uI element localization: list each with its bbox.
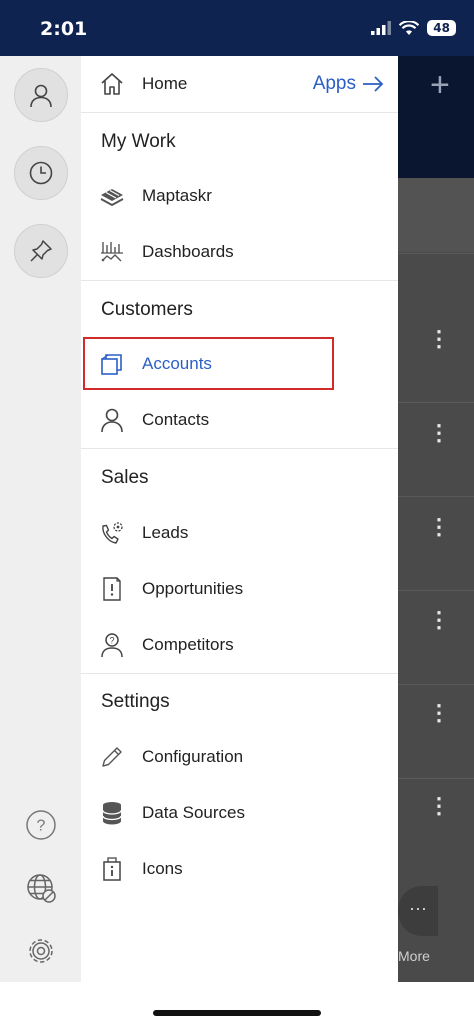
- clock-icon: [28, 160, 54, 186]
- more-button: ···: [398, 886, 438, 936]
- offline-button[interactable]: [24, 871, 58, 905]
- status-icons: 48: [371, 20, 456, 36]
- help-icon: ?: [25, 809, 57, 841]
- more-options-icon: ⋮: [428, 793, 450, 818]
- home-indicator[interactable]: [153, 1010, 321, 1016]
- apps-link-label: Apps: [312, 73, 356, 94]
- globe-offline-icon: [25, 872, 57, 904]
- contact-icon: [98, 406, 126, 434]
- divider: [398, 402, 474, 403]
- pin-icon: [28, 238, 54, 264]
- more-options-icon: ⋮: [428, 700, 450, 725]
- left-rail: ?: [0, 56, 81, 982]
- nav-item-contacts[interactable]: Contacts: [81, 392, 398, 448]
- divider: [398, 590, 474, 591]
- more-options-icon: ⋮: [428, 514, 450, 539]
- divider: [81, 448, 398, 449]
- battery-indicator: 48: [427, 20, 456, 36]
- more-options-icon: ⋮: [428, 420, 450, 445]
- section-header-sales: Sales: [101, 467, 149, 488]
- pinned-button[interactable]: [14, 224, 68, 278]
- divider: [398, 778, 474, 779]
- profile-button[interactable]: [14, 68, 68, 122]
- nav-item-label: Competitors: [142, 635, 234, 654]
- nav-item-icons[interactable]: Icons: [81, 841, 398, 897]
- nav-item-label: Leads: [142, 523, 189, 542]
- nav-item-label: Data Sources: [142, 803, 245, 822]
- database-icon: [98, 799, 126, 827]
- svg-text:?: ?: [109, 636, 114, 646]
- more-options-icon: ⋮: [428, 326, 450, 351]
- wifi-icon: [399, 20, 420, 36]
- recent-button[interactable]: [14, 146, 68, 200]
- divider: [81, 280, 398, 281]
- more-label: More: [398, 948, 430, 964]
- background-band: [398, 178, 474, 252]
- map-layers-icon: [98, 182, 126, 210]
- nav-item-leads[interactable]: Leads: [81, 505, 398, 561]
- nav-item-label: Configuration: [142, 747, 244, 766]
- icon-info-icon: [98, 855, 126, 883]
- divider: [81, 112, 398, 113]
- more-options-icon: ⋮: [428, 607, 450, 632]
- opportunity-icon: [98, 575, 126, 603]
- nav-item-label: Opportunities: [142, 579, 244, 598]
- section-header-customers: Customers: [101, 299, 193, 320]
- help-button[interactable]: ?: [24, 808, 58, 842]
- divider: [398, 684, 474, 685]
- divider: [398, 496, 474, 497]
- nav-item-competitors[interactable]: ? Competitors: [81, 617, 398, 673]
- nav-item-label: Dashboards: [142, 242, 234, 261]
- section-header-settings: Settings: [101, 691, 170, 712]
- nav-item-configuration[interactable]: Configuration: [81, 729, 398, 785]
- accounts-icon: [98, 350, 126, 378]
- gear-icon: [25, 935, 57, 967]
- nav-item-opportunities[interactable]: Opportunities: [81, 561, 398, 617]
- competitor-icon: ?: [98, 631, 126, 659]
- background-header: +: [398, 56, 474, 178]
- home-indicator-area: [0, 982, 474, 1026]
- pencil-icon: [98, 743, 126, 771]
- status-time: 2:01: [40, 18, 88, 40]
- arrow-right-icon: [362, 75, 384, 93]
- nav-item-maptaskr[interactable]: Maptaskr: [81, 168, 398, 224]
- person-icon: [28, 82, 54, 108]
- divider: [81, 673, 398, 674]
- phone-gear-icon: [98, 519, 126, 547]
- nav-item-dashboards[interactable]: Dashboards: [81, 224, 398, 280]
- divider: [398, 253, 474, 254]
- dashboard-icon: [98, 238, 126, 266]
- nav-item-label: Contacts: [142, 410, 210, 429]
- nav-item-label: Maptaskr: [142, 186, 212, 205]
- navigation-drawer: Home Apps My Work Maptaskr Dashboards Cu…: [81, 56, 398, 982]
- apps-link[interactable]: Apps: [313, 73, 384, 95]
- nav-item-data-sources[interactable]: Data Sources: [81, 785, 398, 841]
- cellular-signal-icon: [371, 21, 392, 35]
- nav-item-label: Accounts: [142, 354, 212, 373]
- section-header-my-work: My Work: [101, 131, 176, 152]
- nav-item-label: Icons: [142, 859, 183, 878]
- status-bar: 2:01 48: [0, 0, 474, 56]
- add-icon: +: [430, 66, 450, 104]
- svg-text:?: ?: [37, 818, 46, 835]
- nav-item-label: Home: [142, 74, 188, 93]
- background-app[interactable]: + ⋮ ⋮ ⋮ ⋮ ⋮ ⋮ ··· More: [398, 56, 474, 982]
- settings-button[interactable]: [24, 934, 58, 968]
- home-icon: [98, 70, 126, 98]
- nav-item-accounts[interactable]: Accounts: [81, 336, 398, 392]
